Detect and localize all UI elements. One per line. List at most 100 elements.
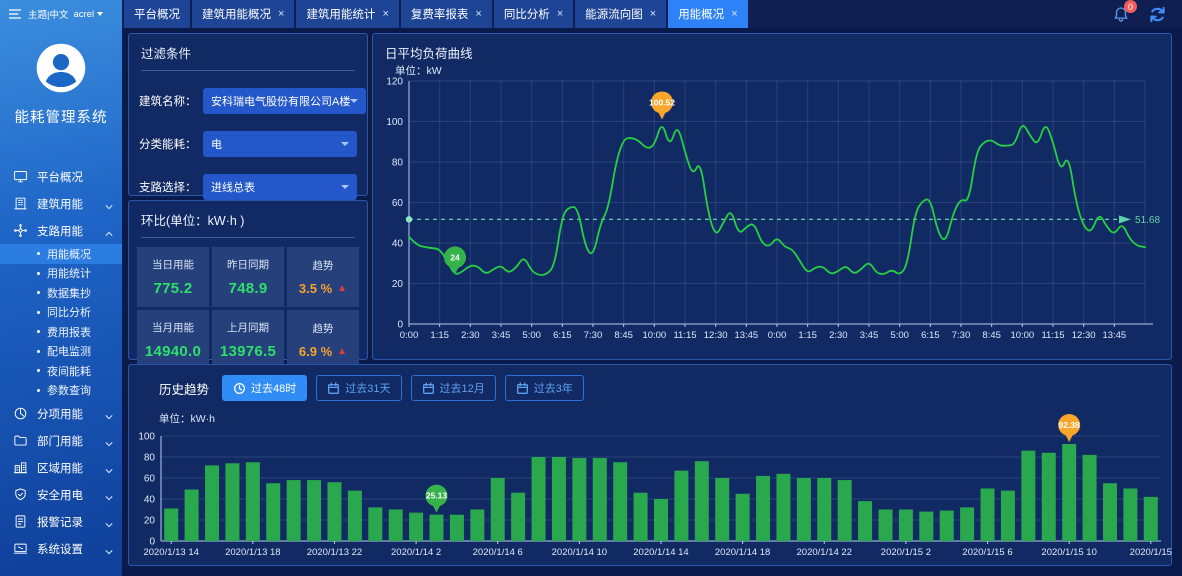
branch-select[interactable]: 进线总表: [203, 174, 357, 200]
energy-type-select[interactable]: 电: [203, 131, 357, 157]
menu-toggle-icon[interactable]: [7, 6, 23, 22]
notifications-button[interactable]: 0: [1112, 5, 1130, 23]
tab-3[interactable]: 复费率报表×: [401, 0, 492, 28]
comparison-grid: 当日用能 775.2 昨日同期 748.9 趋势 3.5 %▲ 当月用能 149…: [137, 247, 359, 370]
bar: [878, 510, 892, 542]
bar: [327, 482, 341, 541]
svg-text:12:30: 12:30: [1072, 330, 1096, 341]
sidebar-item-2[interactable]: 支路用能: [0, 217, 122, 244]
bar: [430, 515, 444, 541]
svg-text:2020/1/14 22: 2020/1/14 22: [797, 547, 852, 558]
tab-0[interactable]: 平台概况: [124, 0, 190, 28]
sidebar-item-0[interactable]: 平台概况: [0, 163, 122, 190]
bullet-icon: [37, 369, 40, 372]
building-name-select[interactable]: 安科瑞电气股份有限公司A楼: [203, 88, 366, 114]
theme-language-switch[interactable]: 主题|中文: [28, 7, 68, 21]
close-tab-icon[interactable]: ×: [557, 8, 563, 20]
main-content: 过滤条件 建筑名称： 安科瑞电气股份有限公司A楼 分类能耗： 电 支路选择： 进…: [122, 28, 1182, 576]
svg-text:10:00: 10:00: [1010, 330, 1034, 341]
history-range-button-1[interactable]: 过去31天: [316, 375, 401, 401]
refresh-button[interactable]: [1147, 4, 1168, 25]
close-tab-icon[interactable]: ×: [731, 8, 737, 20]
bullet-icon: [37, 291, 40, 294]
svg-text:2020/1/14 10: 2020/1/14 10: [552, 547, 607, 558]
sidebar-item-8[interactable]: 系统设置: [0, 535, 122, 562]
svg-text:25.13: 25.13: [426, 491, 448, 501]
chevron-down-icon: [97, 12, 103, 16]
sidebar-item-3[interactable]: 分项用能: [0, 400, 122, 427]
sidebar-subitem-2[interactable]: 数据集抄: [0, 283, 122, 303]
bullet-icon: [37, 311, 40, 314]
tab-5[interactable]: 能源流向图×: [575, 0, 666, 28]
chevron-down-icon: [105, 546, 113, 552]
sidebar-item-label: 平台概况: [37, 169, 83, 185]
user-menu[interactable]: acrel: [73, 9, 103, 20]
bar: [1103, 483, 1117, 541]
comparison-panel: 环比(单位：kW·h ) 当日用能 775.2 昨日同期 748.9 趋势 3.…: [128, 200, 368, 360]
sidebar-item-1[interactable]: 建筑用能: [0, 190, 122, 217]
svg-text:0:00: 0:00: [400, 330, 419, 341]
sidebar-subitem-4[interactable]: 费用报表: [0, 322, 122, 342]
bar: [1083, 455, 1097, 541]
bullet-icon: [37, 389, 40, 392]
bar: [981, 489, 995, 542]
bar: [225, 463, 239, 541]
tab-2[interactable]: 建筑用能统计×: [296, 0, 398, 28]
bar-chart: 0204060801002020/1/13 142020/1/13 182020…: [129, 395, 1173, 567]
avatar: [34, 41, 88, 95]
bar: [960, 507, 974, 541]
tab-4[interactable]: 同比分析×: [494, 0, 573, 28]
close-tab-icon[interactable]: ×: [382, 8, 388, 20]
bar: [266, 483, 280, 541]
bar: [572, 458, 586, 541]
bar: [613, 462, 627, 541]
max-marker: 100.52: [649, 91, 675, 119]
bar: [797, 478, 811, 541]
bar: [185, 490, 199, 541]
close-tab-icon[interactable]: ×: [650, 8, 656, 20]
history-range-buttons: 过去48时过去31天过去12月过去3年: [222, 375, 584, 401]
sidebar-subitem-7[interactable]: 参数查询: [0, 381, 122, 401]
sidebar-subitem-1[interactable]: 用能统计: [0, 264, 122, 284]
svg-text:2020/1/13 18: 2020/1/13 18: [225, 547, 280, 558]
bar: [736, 494, 750, 541]
close-tab-icon[interactable]: ×: [475, 8, 481, 20]
history-range-button-2[interactable]: 过去12月: [411, 375, 496, 401]
svg-text:2020/1/13 22: 2020/1/13 22: [307, 547, 362, 558]
pie-icon: [13, 406, 28, 421]
sidebar-item-4[interactable]: 部门用能: [0, 427, 122, 454]
sidebar-subitem-0[interactable]: 用能概况: [0, 244, 122, 264]
svg-text:20: 20: [144, 516, 156, 527]
topbar-actions: 0: [1112, 0, 1182, 28]
tab-1[interactable]: 建筑用能概况×: [192, 0, 294, 28]
sidebar-item-6[interactable]: 安全用电: [0, 481, 122, 508]
svg-text:92.38: 92.38: [1059, 420, 1081, 430]
trend-up-icon: ▲: [337, 283, 347, 294]
close-tab-icon[interactable]: ×: [278, 8, 284, 20]
history-range-button-0[interactable]: 过去48时: [222, 375, 307, 401]
sidebar-item-5[interactable]: 区域用能: [0, 454, 122, 481]
filter-panel: 过滤条件 建筑名称： 安科瑞电气股份有限公司A楼 分类能耗： 电 支路选择： 进…: [128, 33, 368, 196]
sidebar-subitem-6[interactable]: 夜间能耗: [0, 361, 122, 381]
bar-min-marker: 25.13: [426, 485, 448, 513]
bar: [246, 462, 260, 541]
bar: [1062, 444, 1076, 541]
svg-text:1:15: 1:15: [798, 330, 817, 341]
bar: [450, 515, 464, 541]
sidebar-item-7[interactable]: 报警记录: [0, 508, 122, 535]
bar: [368, 507, 382, 541]
tab-6[interactable]: 用能概况×: [668, 0, 747, 28]
svg-text:0: 0: [397, 320, 403, 331]
bar: [756, 476, 770, 541]
sidebar-subitem-5[interactable]: 配电监测: [0, 342, 122, 362]
svg-text:100: 100: [138, 432, 155, 443]
stat-month-trend: 趋势 6.9 %▲: [287, 310, 359, 370]
bar: [389, 510, 403, 542]
bullet-icon: [37, 330, 40, 333]
settings-icon: [13, 541, 28, 556]
region-icon: [13, 460, 28, 475]
bar: [593, 458, 607, 541]
chevron-down-icon: [105, 411, 113, 417]
history-range-button-3[interactable]: 过去3年: [505, 375, 584, 401]
sidebar-subitem-3[interactable]: 同比分析: [0, 303, 122, 323]
